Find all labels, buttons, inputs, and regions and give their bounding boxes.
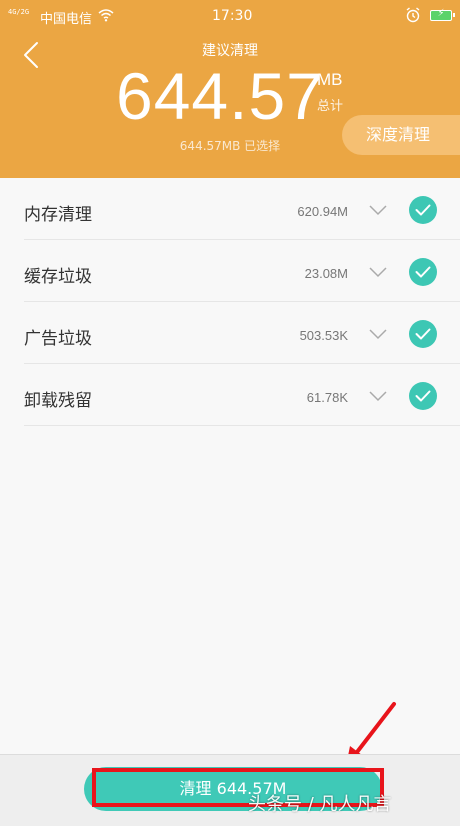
total-unit: MB (317, 70, 343, 89)
list-item-ads[interactable]: 广告垃圾 503.53K (24, 302, 460, 364)
deep-clean-button[interactable]: 深度清理 (342, 115, 460, 155)
total-label: 总计 (317, 99, 344, 114)
check-circle-icon[interactable] (409, 382, 437, 410)
status-bar: 4G/2G 中国电信 17:30 ⚡ (0, 0, 460, 32)
item-label: 内存清理 (24, 205, 92, 225)
total-amount: 644.57 (116, 59, 324, 133)
clean-category-list: 内存清理 620.94M 缓存垃圾 23.08M 广告垃圾 503.53K 卸载… (0, 178, 460, 426)
item-label: 广告垃圾 (24, 329, 92, 349)
item-label: 卸载残留 (24, 391, 92, 411)
check-circle-icon[interactable] (409, 320, 437, 348)
watermark: 头条号 / 凡人凡言 (248, 794, 392, 815)
alarm-icon (405, 7, 421, 27)
header: 4G/2G 中国电信 17:30 ⚡ 建议清理 644.57 MB 总计 644… (0, 0, 460, 178)
battery-icon: ⚡ (430, 8, 455, 21)
item-label: 缓存垃圾 (24, 267, 92, 287)
list-item-cache[interactable]: 缓存垃圾 23.08M (24, 240, 460, 302)
item-size: 503.53K (299, 328, 348, 343)
check-circle-icon[interactable] (409, 258, 437, 286)
chevron-down-icon[interactable] (368, 326, 388, 340)
check-circle-icon[interactable] (409, 196, 437, 224)
page-title: 建议清理 (202, 43, 258, 59)
chevron-down-icon[interactable] (368, 202, 388, 216)
wifi-icon (98, 8, 114, 26)
chevron-down-icon[interactable] (368, 264, 388, 278)
network-indicator: 4G/2G (8, 8, 30, 16)
status-time: 17:30 (212, 8, 253, 24)
list-item-uninstall-residue[interactable]: 卸载残留 61.78K (24, 364, 460, 426)
item-size: 23.08M (304, 266, 348, 281)
item-size: 620.94M (297, 204, 348, 219)
chevron-down-icon[interactable] (368, 388, 388, 402)
item-size: 61.78K (306, 390, 348, 405)
list-item-memory[interactable]: 内存清理 620.94M (24, 178, 460, 240)
carrier-name: 中国电信 (40, 12, 93, 27)
